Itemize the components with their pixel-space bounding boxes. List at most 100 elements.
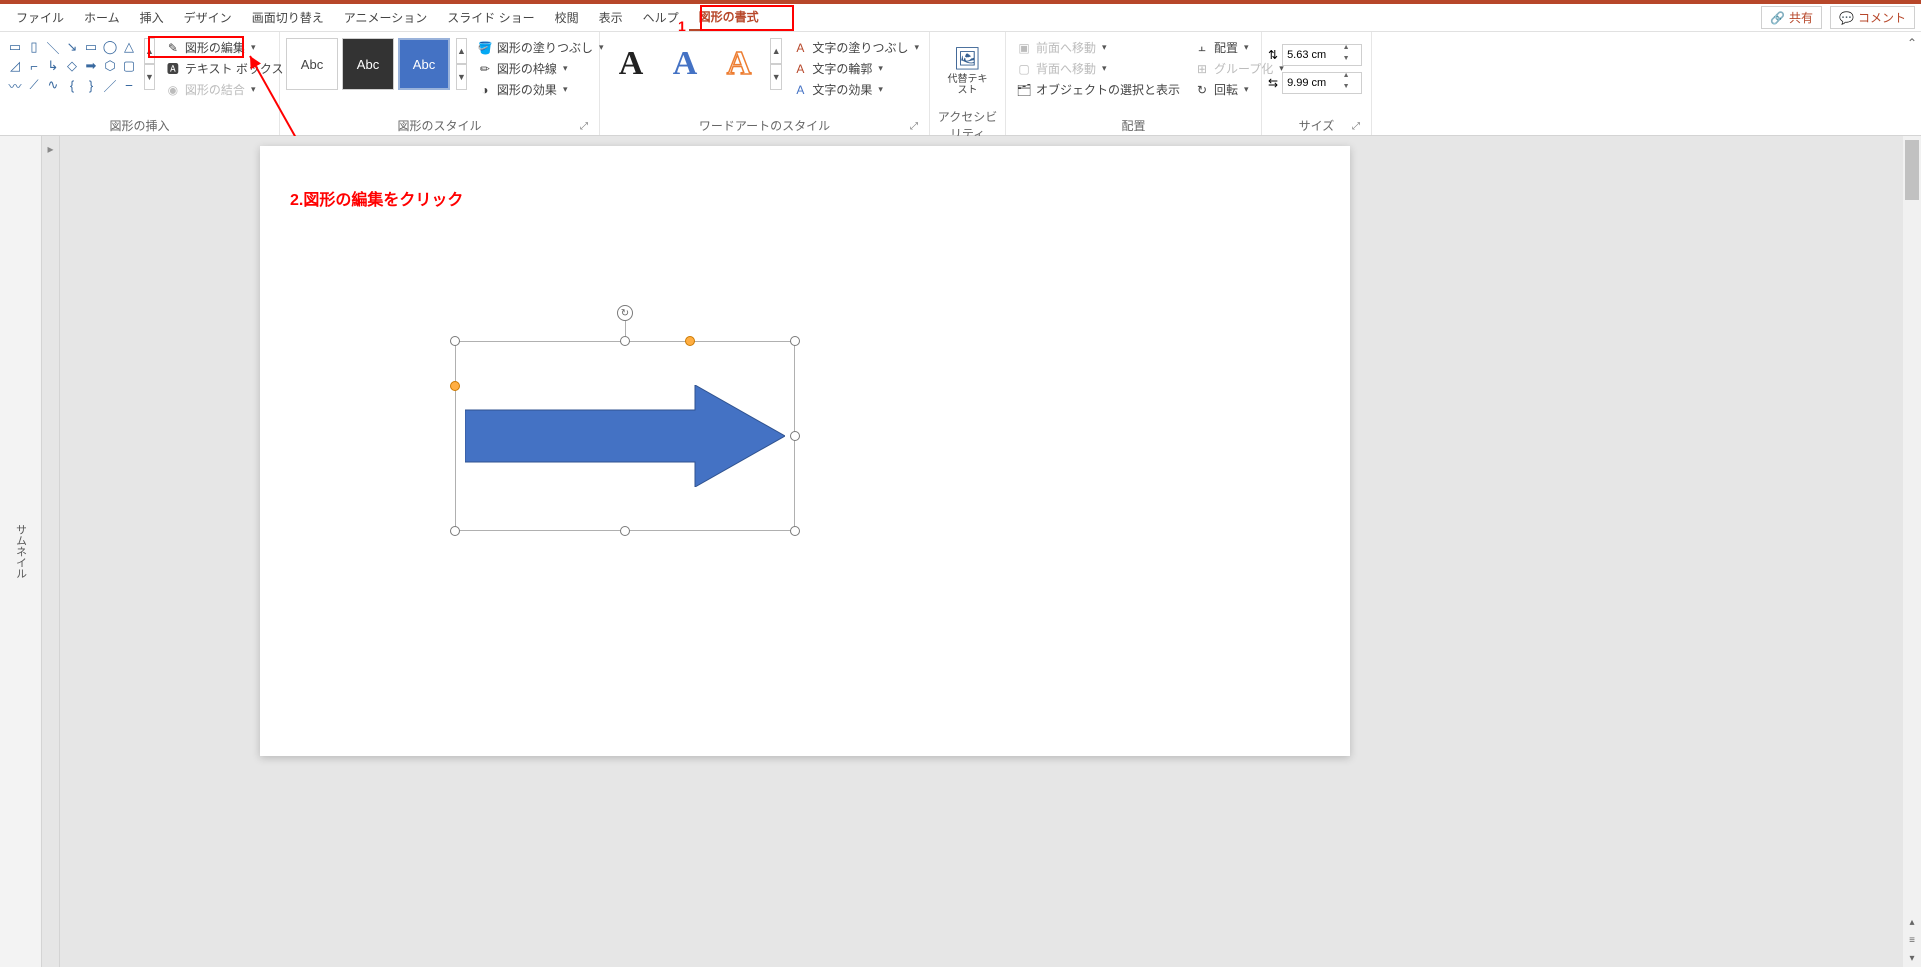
shapes-gallery[interactable]: ▭ ▯ ＼ ↘ ▭ ◯ △ ◿ ⌐ ↳ ◇ ➡ ⬡ ▢ 〰 ⟋ ∿ { } ／ [6, 38, 138, 94]
size-launcher[interactable]: ⤢ [1349, 119, 1363, 133]
handle-n[interactable] [620, 336, 630, 346]
wordart-style-3[interactable]: A [714, 38, 764, 90]
group-accessibility: 🖼 代替テキスト アクセシビリティ [930, 32, 1006, 135]
shape-textbox-icon[interactable]: ▭ [6, 38, 24, 56]
height-field[interactable] [1283, 49, 1339, 61]
shapes-scroll-down[interactable]: ▼ [144, 64, 155, 90]
shape-style-3[interactable]: Abc [398, 38, 450, 90]
comment-button[interactable]: 💬コメント [1830, 6, 1915, 29]
slide[interactable]: 2.図形の編集をクリック ↻ [260, 146, 1350, 756]
adjust-handle-1[interactable] [685, 336, 695, 346]
wordart-style-1[interactable]: A [606, 38, 656, 90]
tab-transitions[interactable]: 画面切り替え [242, 4, 334, 31]
shape-line2-icon[interactable]: ／ [101, 76, 119, 94]
shape-fill-button[interactable]: 🪣図形の塗りつぶし▾ [473, 38, 608, 57]
shapes-scroll-up[interactable]: ▲ [144, 38, 155, 64]
handle-se[interactable] [790, 526, 800, 536]
slide-nav-button[interactable]: ≡ [1903, 931, 1921, 949]
height-down[interactable]: ▼ [1339, 55, 1353, 66]
text-box-label: テキスト ボックス [185, 60, 284, 77]
shape-line-icon[interactable]: ＼ [44, 38, 62, 56]
shape-oval-icon[interactable]: ◯ [101, 38, 119, 56]
width-input[interactable]: ▲▼ [1282, 72, 1362, 94]
wordart-style-2[interactable]: A [660, 38, 710, 90]
width-down[interactable]: ▼ [1339, 83, 1353, 94]
handle-ne[interactable] [790, 336, 800, 346]
wordart-gallery[interactable]: A A A [606, 38, 764, 90]
shape-curve-icon[interactable]: 〰 [6, 76, 24, 94]
height-input[interactable]: ▲▼ [1282, 44, 1362, 66]
tab-file[interactable]: ファイル [6, 4, 74, 31]
shape-style-up[interactable]: ▲ [456, 38, 467, 64]
slide-canvas-area[interactable]: 2.図形の編集をクリック ↻ [60, 136, 1921, 967]
collapse-ribbon[interactable]: ⌃ [1903, 32, 1921, 135]
comment-icon: 💬 [1839, 11, 1854, 25]
scrollbar-thumb[interactable] [1905, 140, 1919, 200]
shape-brace-r-icon[interactable]: } [82, 76, 100, 94]
shape-diamond-icon[interactable]: ◇ [63, 57, 81, 75]
group-label-shape-styles: 図形のスタイル [397, 117, 481, 134]
tab-animations[interactable]: アニメーション [334, 4, 438, 31]
shape-elbow-arrow-icon[interactable]: ↳ [44, 57, 62, 75]
wordart-down[interactable]: ▼ [770, 64, 782, 90]
group-label-arrange: 配置 [1121, 117, 1145, 134]
shape-rect-icon[interactable]: ▭ [82, 38, 100, 56]
shape-effects-button[interactable]: ◑図形の効果▾ [473, 80, 608, 99]
shape-elbow-icon[interactable]: ⌐ [25, 57, 43, 75]
handle-sw[interactable] [450, 526, 460, 536]
width-up[interactable]: ▲ [1339, 72, 1353, 83]
shape-textbox-v-icon[interactable]: ▯ [25, 38, 43, 56]
shape-fill-label: 図形の塗りつぶし [497, 39, 593, 56]
text-outline-button[interactable]: A文字の輪郭▾ [788, 59, 923, 78]
width-field[interactable] [1283, 77, 1339, 89]
tab-slideshow[interactable]: スライド ショー [437, 4, 544, 31]
handle-nw[interactable] [450, 336, 460, 346]
chevron-down-icon: ▾ [1102, 42, 1107, 53]
handle-e[interactable] [790, 431, 800, 441]
rotation-handle[interactable]: ↻ [617, 305, 633, 321]
shape-roundrect-icon[interactable]: ▢ [120, 57, 138, 75]
arrow-shape[interactable] [465, 385, 785, 487]
tab-design[interactable]: デザイン [174, 4, 242, 31]
shape-arrow-line-icon[interactable]: ↘ [63, 38, 81, 56]
wordart-up[interactable]: ▲ [770, 38, 782, 64]
tab-home[interactable]: ホーム [74, 4, 130, 31]
shape-styles-launcher[interactable]: ⤢ [577, 119, 591, 133]
shape-style-1[interactable]: Abc [286, 38, 338, 90]
text-effects-button[interactable]: A文字の効果▾ [788, 80, 923, 99]
prev-slide-button[interactable]: ▴ [1903, 913, 1921, 931]
shape-triangle-icon[interactable]: △ [120, 38, 138, 56]
text-fill-button[interactable]: A文字の塗りつぶし▾ [788, 38, 923, 57]
tab-review[interactable]: 校閲 [545, 4, 589, 31]
shape-arrow-right-icon[interactable]: ➡ [82, 57, 100, 75]
next-slide-button[interactable]: ▾ [1903, 949, 1921, 967]
tab-shape-format[interactable]: 図形の書式 [689, 4, 769, 31]
shape-brace-l-icon[interactable]: { [63, 76, 81, 94]
shape-connector-icon[interactable]: ⎯ [120, 76, 138, 94]
text-box-button[interactable]: 🅰 テキスト ボックス [161, 59, 288, 78]
shape-style-down[interactable]: ▼ [456, 64, 467, 90]
handle-s[interactable] [620, 526, 630, 536]
shape-outline-button[interactable]: ✏図形の枠線▾ [473, 59, 608, 78]
edit-shape-button[interactable]: ✎ 図形の編集▾ [161, 38, 288, 57]
shape-freeform-icon[interactable]: ⟋ [25, 76, 43, 94]
adjust-handle-2[interactable] [450, 381, 460, 391]
wordart-launcher[interactable]: ⤢ [907, 119, 921, 133]
tab-insert[interactable]: 挿入 [130, 4, 174, 31]
alt-text-button[interactable]: 🖼 代替テキスト [945, 38, 991, 104]
selected-shape-frame[interactable]: ↻ [455, 341, 795, 531]
tab-view[interactable]: 表示 [589, 4, 633, 31]
shape-scribble-icon[interactable]: ∿ [44, 76, 62, 94]
shape-style-2[interactable]: Abc [342, 38, 394, 90]
text-effects-label: 文字の効果 [812, 81, 872, 98]
shape-hex-icon[interactable]: ⬡ [101, 57, 119, 75]
vertical-scrollbar[interactable]: ▴ ≡ ▾ [1903, 136, 1921, 967]
shape-rtriangle-icon[interactable]: ◿ [6, 57, 24, 75]
share-button[interactable]: 🔗共有 [1761, 6, 1822, 29]
height-up[interactable]: ▲ [1339, 44, 1353, 55]
shape-style-gallery[interactable]: Abc Abc Abc [286, 38, 450, 90]
merge-shapes-icon: ◉ [165, 82, 181, 98]
selection-pane-button[interactable]: 🗂オブジェクトの選択と表示 [1012, 80, 1184, 99]
thumbnail-pane[interactable]: サムネイル [0, 136, 42, 967]
thumbnail-expand[interactable]: ▸ [42, 136, 60, 967]
